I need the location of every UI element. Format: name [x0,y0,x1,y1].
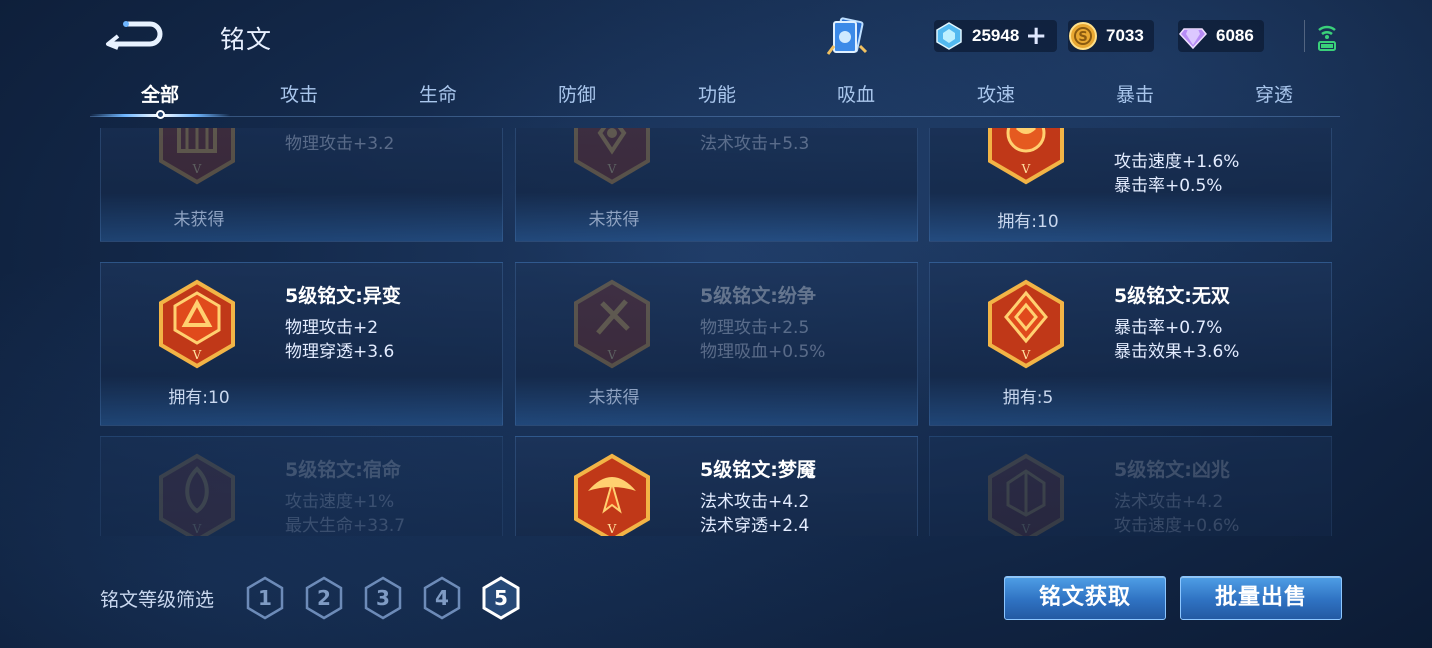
inscription-stat: 攻击速度+1% [285,492,395,512]
inscription-owned: 拥有:10 [997,212,1059,232]
inscription-card[interactable]: V 5级铭文:纷争 物理攻击+2.5 物理吸血+0.5% 未获得 [515,262,918,426]
diamond-icon [1179,28,1207,50]
level-number: 3 [376,586,390,610]
inscription-stat: 暴击效果+3.6% [1114,342,1240,362]
inscription-stat: 物理吸血+0.5% [700,342,826,362]
inscription-stat: 暴击率+0.5% [1114,176,1223,196]
inscription-stat: 攻击速度+0.6% [1114,516,1240,536]
svg-text:V: V [607,348,617,362]
inscription-emblem-icon: V [988,279,1064,369]
inscription-emblem-icon: V [988,128,1064,185]
inscription-stat: 物理攻击+2 [285,318,379,338]
top-bar: 铭文 25948 + S 7033 6086 [0,0,1432,74]
gem-icon [936,22,962,50]
inscription-card[interactable]: V 5级铭文:宿命 攻击速度+1% 最大生命+33.7 [100,436,503,536]
inscription-stat: 法术攻击+4.2 [1114,492,1224,512]
inscription-stat: 暴击率+0.7% [1114,318,1223,338]
tab-attack-speed[interactable]: 攻速 [936,80,1056,107]
inscription-title: 5级铭文:梦魇 [700,459,816,481]
inscription-stat: 法术攻击+4.2 [700,492,810,512]
tab-attack[interactable]: 攻击 [239,80,359,107]
inscription-emblem-icon: V [574,453,650,536]
inscription-stat: 法术穿透+2.4 [700,516,810,536]
gem-currency[interactable]: 25948 + [934,20,1058,52]
active-tab-dot [156,110,165,119]
inscription-card[interactable]: V 攻击速度+1.6% 暴击率+0.5% 拥有:10 [929,128,1332,242]
level-filter-2[interactable]: 2 [304,576,344,620]
inscription-card[interactable]: V 法术攻击+5.3 未获得 [515,128,918,242]
tab-penetration[interactable]: 穿透 [1214,80,1334,107]
gold-currency: S 7033 [1068,20,1154,52]
card-pack-icon[interactable] [826,16,870,58]
gold-coin-icon: S [1069,22,1097,50]
inscription-card[interactable]: V 5级铭文:异变 物理攻击+2 物理穿透+3.6 拥有:10 [100,262,503,426]
inscription-card[interactable]: V 物理攻击+3.2 未获得 [100,128,503,242]
inscription-owned: 未获得 [588,210,640,230]
svg-text:V: V [1021,162,1031,176]
inscription-title: 5级铭文:宿命 [285,459,401,481]
inscription-title: 5级铭文:凶兆 [1114,459,1230,481]
obtain-inscription-button[interactable]: 铭文获取 [1004,576,1166,620]
svg-text:V: V [192,348,202,362]
level-number: 2 [317,586,331,610]
gem-amount: 25948 [972,26,1020,45]
gold-amount: 7033 [1106,26,1144,45]
network-signal-icon [1318,25,1336,51]
inscription-stat: 物理穿透+3.6 [285,342,395,362]
tab-health[interactable]: 生命 [378,80,498,107]
inscription-stat: 法术攻击+5.3 [700,134,810,154]
back-arrow-icon[interactable] [104,18,164,52]
divider [1304,20,1305,52]
tab-defense[interactable]: 防御 [517,80,637,107]
svg-text:V: V [1021,522,1031,536]
level-number: 5 [494,586,508,610]
inscription-stat: 物理攻击+3.2 [285,134,395,154]
inscription-emblem-icon: V [574,128,650,185]
level-filter-label: 铭文等级筛选 [100,589,215,611]
inscription-grid: V 物理攻击+3.2 未获得 V 法术攻击+5.3 未获得 V 攻击速度+1.6… [100,128,1332,536]
inscription-card[interactable]: V 5级铭文:凶兆 法术攻击+4.2 攻击速度+0.6% [929,436,1332,536]
inscription-title: 5级铭文:异变 [285,285,401,307]
level-filter-4[interactable]: 4 [422,576,462,620]
tab-critical[interactable]: 暴击 [1075,80,1195,107]
inscription-owned: 拥有:10 [168,388,230,408]
add-gem-icon[interactable]: + [1025,23,1047,49]
diamond-currency: 6086 [1178,20,1264,52]
svg-text:V: V [192,162,202,176]
inscription-title: 5级铭文:无双 [1114,285,1230,307]
inscription-owned: 拥有:5 [1002,388,1054,408]
svg-text:V: V [1021,348,1031,362]
inscription-emblem-icon: V [159,128,235,185]
svg-text:V: V [192,522,202,536]
bulk-sell-button[interactable]: 批量出售 [1180,576,1342,620]
inscription-emblem-icon: V [159,279,235,369]
tab-all[interactable]: 全部 [100,80,220,107]
inscription-card[interactable]: V 5级铭文:梦魇 法术攻击+4.2 法术穿透+2.4 [515,436,918,536]
level-number: 4 [435,586,449,610]
level-filter-3[interactable]: 3 [363,576,403,620]
inscription-emblem-icon: V [988,453,1064,536]
level-filter-1[interactable]: 1 [245,576,285,620]
level-filter-5[interactable]: 5 [481,576,521,620]
inscription-stat: 攻击速度+1.6% [1114,152,1240,172]
inscription-emblem-icon: V [574,279,650,369]
category-tabs: 全部 攻击 生命 防御 功能 吸血 攻速 暴击 穿透 [90,80,1340,119]
svg-text:V: V [607,522,617,536]
tab-utility[interactable]: 功能 [657,80,777,107]
page-title: 铭文 [220,25,273,54]
inscription-card[interactable]: V 5级铭文:无双 暴击率+0.7% 暴击效果+3.6% 拥有:5 [929,262,1332,426]
inscription-title: 5级铭文:纷争 [700,285,816,307]
tabs-divider [90,116,1340,117]
svg-text:V: V [607,162,617,176]
inscription-owned: 未获得 [588,388,640,408]
svg-text:S: S [1078,30,1087,45]
inscription-emblem-icon: V [159,453,235,536]
inscription-stat: 最大生命+33.7 [285,516,406,536]
inscription-owned: 未获得 [173,210,225,230]
level-number: 1 [258,586,272,610]
inscription-stat: 物理攻击+2.5 [700,318,810,338]
diamond-amount: 6086 [1216,26,1254,45]
tab-lifesteal[interactable]: 吸血 [796,80,916,107]
